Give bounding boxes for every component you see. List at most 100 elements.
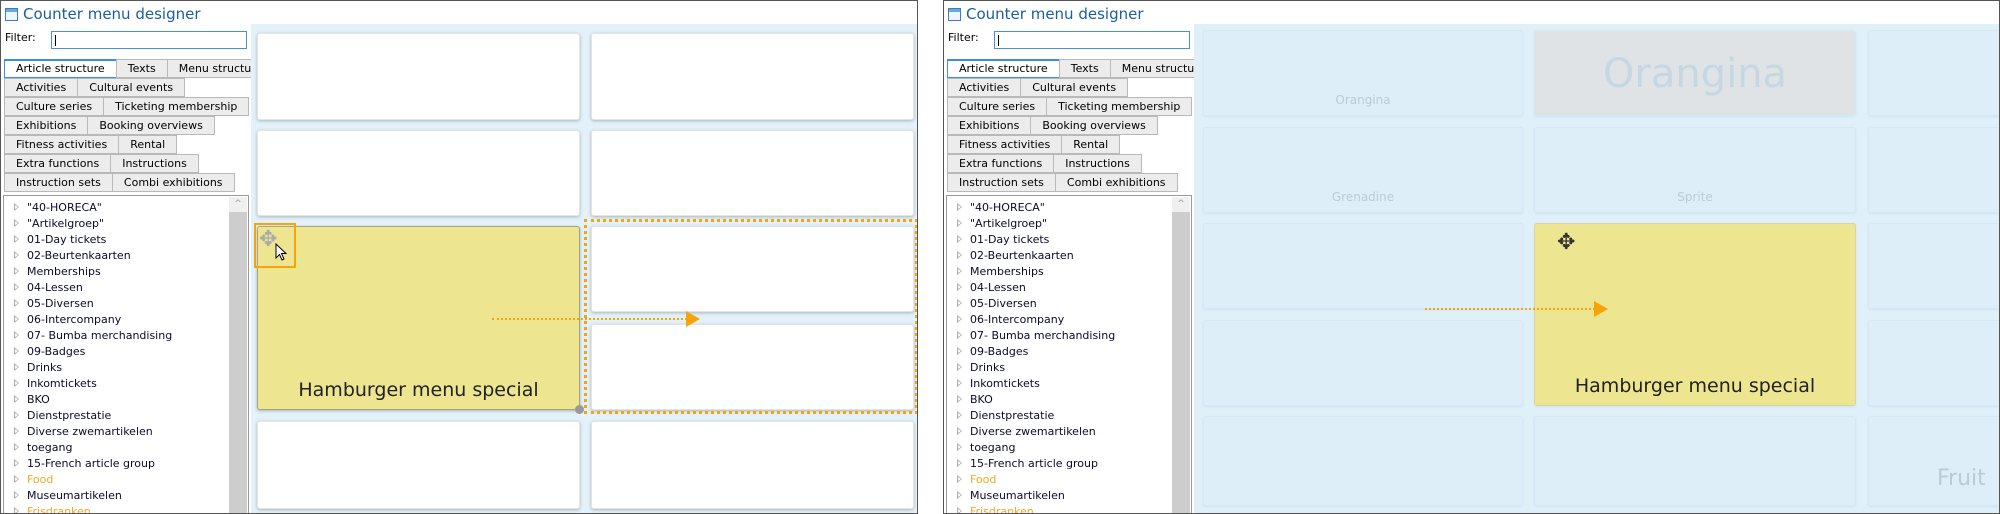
scroll-up-icon[interactable]: ^ [1172, 197, 1190, 212]
expand-arrow-icon[interactable] [957, 475, 962, 483]
menu-tile[interactable] [257, 421, 580, 509]
menu-tile[interactable]: Fruit [1868, 416, 1999, 506]
tree-item[interactable]: Museumartikelen [14, 487, 122, 503]
tab-instruction-sets[interactable]: Instruction sets [947, 173, 1056, 192]
tree-item[interactable]: Inkomtickets [14, 375, 97, 391]
tab-cultural-events[interactable]: Cultural events [1020, 78, 1129, 97]
tab-booking-overviews[interactable]: Booking overviews [1030, 116, 1158, 135]
expand-arrow-icon[interactable] [957, 267, 962, 275]
tab-culture-series[interactable]: Culture series [4, 97, 105, 116]
expand-arrow-icon[interactable] [14, 251, 19, 259]
expand-arrow-icon[interactable] [957, 443, 962, 451]
tab-instructions[interactable]: Instructions [110, 154, 199, 173]
tree-item[interactable]: toegang [14, 439, 73, 455]
tree-item[interactable]: Drinks [14, 359, 62, 375]
tree-item[interactable]: 06-Intercompany [957, 311, 1064, 327]
tree-item[interactable]: Diverse zwemartikelen [957, 423, 1096, 439]
tree-item[interactable]: 01-Day tickets [957, 231, 1049, 247]
tree-scrollbar[interactable]: ^ [229, 197, 247, 513]
expand-arrow-icon[interactable] [957, 459, 962, 467]
expand-arrow-icon[interactable] [14, 443, 19, 451]
menu-tile[interactable] [1868, 30, 1999, 116]
dragged-tile[interactable]: Hamburger menu special ✥ [1534, 223, 1856, 406]
tree-item[interactable]: 05-Diversen [14, 295, 94, 311]
menu-tile[interactable] [1534, 416, 1856, 506]
expand-arrow-icon[interactable] [14, 507, 19, 513]
tree-item[interactable]: "Artikelgroep" [957, 215, 1047, 231]
tab-fitness-activities[interactable]: Fitness activities [4, 135, 120, 154]
tree-item[interactable]: 07- Bumba merchandising [957, 327, 1115, 343]
tab-cultural-events[interactable]: Cultural events [77, 78, 186, 97]
expand-arrow-icon[interactable] [14, 299, 19, 307]
tab-fitness-activities[interactable]: Fitness activities [947, 135, 1063, 154]
tree-item[interactable]: Food [14, 471, 53, 487]
tab-article-structure[interactable]: Article structure [4, 59, 117, 78]
tab-extra-functions[interactable]: Extra functions [4, 154, 112, 173]
tab-instruction-sets[interactable]: Instruction sets [4, 173, 113, 192]
menu-tile[interactable]: Sprite [1534, 127, 1856, 213]
expand-arrow-icon[interactable] [14, 219, 19, 227]
expand-arrow-icon[interactable] [14, 395, 19, 403]
tree-item[interactable]: 07- Bumba merchandising [14, 327, 172, 343]
menu-tile[interactable] [257, 33, 580, 120]
menu-tile[interactable]: Orangina [1203, 30, 1523, 116]
expand-arrow-icon[interactable] [14, 283, 19, 291]
tree-item[interactable]: 06-Intercompany [14, 311, 121, 327]
expand-arrow-icon[interactable] [14, 315, 19, 323]
tree-item[interactable]: toegang [957, 439, 1016, 455]
tree-item[interactable]: 04-Lessen [14, 279, 83, 295]
menu-tile[interactable] [257, 130, 580, 216]
tab-exhibitions[interactable]: Exhibitions [947, 116, 1032, 135]
tree-item[interactable]: Dienstprestatie [957, 407, 1054, 423]
tree-item[interactable]: 02-Beurtenkaarten [957, 247, 1074, 263]
tab-combi-exhibitions[interactable]: Combi exhibitions [1054, 173, 1178, 192]
tree-item[interactable]: "40-HORECA" [14, 199, 102, 215]
tree-item[interactable]: 02-Beurtenkaarten [14, 247, 131, 263]
menu-tile[interactable]: Orangina [1534, 30, 1856, 116]
expand-arrow-icon[interactable] [957, 299, 962, 307]
tree-item[interactable]: Drinks [957, 359, 1005, 375]
tree-item[interactable]: Diverse zwemartikelen [14, 423, 153, 439]
expand-arrow-icon[interactable] [14, 475, 19, 483]
tree-item[interactable]: BKO [957, 391, 993, 407]
expand-arrow-icon[interactable] [14, 235, 19, 243]
tab-ticketing-membership[interactable]: Ticketing membership [1046, 97, 1193, 116]
tab-culture-series[interactable]: Culture series [947, 97, 1048, 116]
menu-tile[interactable] [1868, 223, 1999, 309]
tree-item[interactable]: 15-French article group [957, 455, 1098, 471]
tree-item[interactable]: 04-Lessen [957, 279, 1026, 295]
menu-tile[interactable] [1868, 127, 1999, 213]
menu-tile[interactable]: Grenadine [1203, 127, 1523, 213]
menu-tile[interactable] [591, 130, 914, 216]
menu-tile[interactable] [591, 421, 914, 509]
expand-arrow-icon[interactable] [957, 331, 962, 339]
expand-arrow-icon[interactable] [14, 491, 19, 499]
expand-arrow-icon[interactable] [957, 219, 962, 227]
tree-item[interactable]: 09-Badges [957, 343, 1028, 359]
tree-item[interactable]: 05-Diversen [957, 295, 1037, 311]
tree-item[interactable]: Dienstprestatie [14, 407, 111, 423]
expand-arrow-icon[interactable] [14, 379, 19, 387]
tab-exhibitions[interactable]: Exhibitions [4, 116, 89, 135]
menu-tile[interactable] [1203, 223, 1523, 309]
filter-input[interactable] [994, 31, 1190, 49]
menu-tile[interactable] [1203, 320, 1523, 406]
tab-texts[interactable]: Texts [115, 59, 168, 78]
expand-arrow-icon[interactable] [957, 411, 962, 419]
expand-arrow-icon[interactable] [957, 427, 962, 435]
expand-arrow-icon[interactable] [14, 203, 19, 211]
menu-tile[interactable] [1203, 416, 1523, 506]
tab-activities[interactable]: Activities [947, 78, 1022, 97]
tree-item[interactable]: Food [957, 471, 996, 487]
expand-arrow-icon[interactable] [957, 347, 962, 355]
tab-ticketing-membership[interactable]: Ticketing membership [103, 97, 250, 116]
resize-grip-icon[interactable] [575, 405, 584, 414]
tree-item[interactable]: 15-French article group [14, 455, 155, 471]
tab-article-structure[interactable]: Article structure [947, 59, 1060, 78]
tab-extra-functions[interactable]: Extra functions [947, 154, 1055, 173]
tree-item[interactable]: Memberships [957, 263, 1044, 279]
tab-rental[interactable]: Rental [118, 135, 178, 154]
expand-arrow-icon[interactable] [957, 203, 962, 211]
expand-arrow-icon[interactable] [957, 251, 962, 259]
tree-item[interactable]: Museumartikelen [957, 487, 1065, 503]
